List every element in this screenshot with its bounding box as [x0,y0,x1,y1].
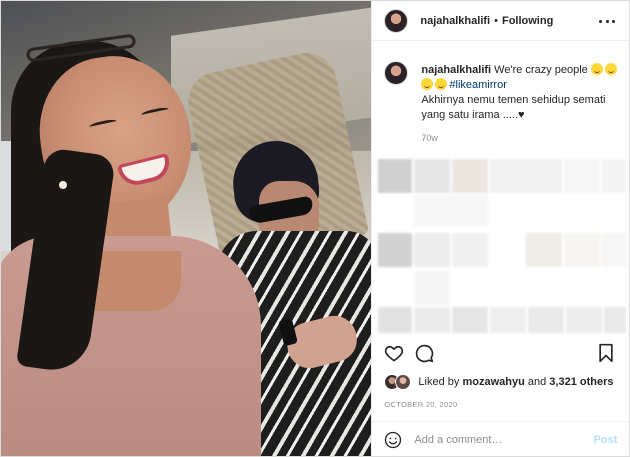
blur-block [452,307,489,333]
post-date[interactable]: OCTOBER 20, 2020 [384,400,457,409]
avatar[interactable] [384,8,409,33]
blur-block [378,159,413,193]
caption-hashtag[interactable]: #likeamirror [449,79,506,91]
blur-block [604,307,627,333]
more-dot [612,19,616,23]
laughing-emoji-icon [590,63,603,75]
more-dot [599,19,603,23]
likes-text: Liked by mozawahyu and 3,321 others [418,376,613,388]
add-comment-bar: Post [372,421,630,457]
blur-block [564,233,601,267]
bookmark-icon[interactable] [597,343,615,363]
post-side-panel: najahalkhalifi • Following najahalkhalif… [371,1,630,457]
blur-block [414,159,451,193]
blur-block [490,159,563,193]
caption-text-line2: Akhirnya nemu temen sehidup semati yang … [421,94,606,121]
caption-username[interactable]: najahalkhalifi [421,64,491,76]
blur-block [378,307,413,333]
blur-block [602,159,627,193]
caption-body: najahalkhalifi We're crazy people #likea… [421,63,621,123]
instagram-post: najahalkhalifi • Following najahalkhalif… [0,0,630,457]
liker-avatars[interactable] [384,374,414,390]
likes-prefix: Liked by [418,376,460,388]
blur-block [452,233,489,267]
blur-block [564,159,601,193]
caption-timestamp[interactable]: 70w [421,133,438,143]
smile-icon[interactable] [384,431,402,449]
header-username[interactable]: najahalkhalifi [420,15,490,27]
more-horizontal-icon[interactable] [599,13,616,29]
heart-icon[interactable] [384,343,404,363]
post-photo[interactable] [1,1,372,456]
blur-block [414,271,451,305]
comment-icon[interactable] [414,343,434,363]
likes-count-link[interactable]: 3,321 others [549,376,613,388]
blur-block [452,159,489,193]
likes-middle: and [527,376,547,388]
post-header: najahalkhalifi • Following [372,1,630,41]
blurred-comments [378,155,627,335]
blur-block [414,233,451,267]
laughing-emoji-icon [421,78,434,90]
post-actions [372,339,629,369]
more-dot [605,19,609,23]
laughing-emoji-icon [604,63,617,75]
person-front-earring [59,181,67,189]
comment-input[interactable] [414,433,585,446]
blur-block [602,233,627,267]
blur-block [528,307,565,333]
caption-text: We're crazy people [494,64,588,76]
blur-block [526,233,563,267]
blur-block [566,307,603,333]
post-comment-button[interactable]: Post [594,434,618,446]
blur-block [414,195,489,227]
likes-summary: Liked by mozawahyu and 3,321 others [384,373,614,391]
avatar [395,374,412,390]
following-button[interactable]: Following [502,15,553,27]
caption-avatar[interactable] [384,61,409,85]
blur-block [414,307,451,333]
laughing-emoji-icon [435,78,448,90]
blur-block [378,233,413,267]
likes-user-link[interactable]: mozawahyu [462,376,524,388]
header-separator: • [494,14,498,27]
blur-block [490,307,527,333]
